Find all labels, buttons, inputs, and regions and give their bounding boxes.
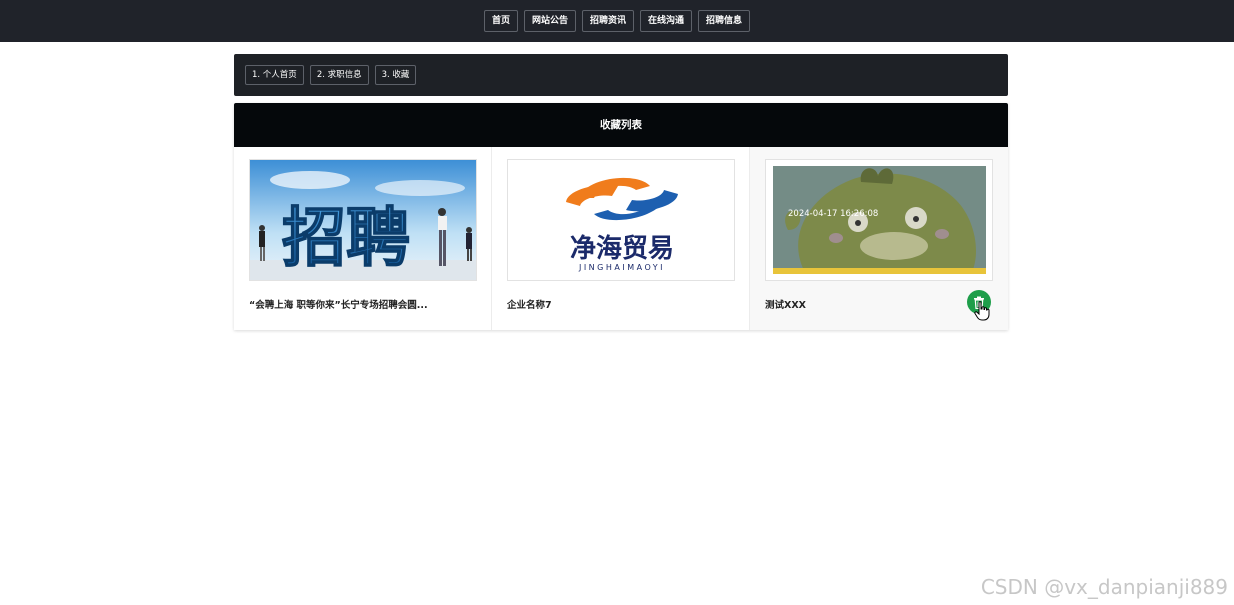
- logo-pinyin-name: JINGHAIMAOYI: [578, 263, 665, 272]
- company-logo-graphic: 净海贸易 JINGHAIMAOYI: [508, 160, 734, 280]
- favorites-list: 招聘 “会聘上海 职等你来”长宁专场招聘会圆... 净海贸易 JINGHAIMA…: [234, 147, 1008, 330]
- nav-online-chat[interactable]: 在线沟通: [640, 10, 693, 32]
- breadcrumb-job-info[interactable]: 2. 求职信息: [309, 65, 369, 85]
- breadcrumb-personal-home[interactable]: 1. 个人首页: [245, 65, 304, 85]
- favorites-panel: 收藏列表 招聘 “会聘上海 职等你来”长宁专场招聘会圆... 净海贸易 JING…: [234, 103, 1008, 330]
- logo-chinese-name: 净海贸易: [570, 234, 674, 264]
- favorite-card-title: “会聘上海 职等你来”长宁专场招聘会圆...: [249, 300, 428, 311]
- csdn-watermark: CSDN @vx_danpianji889: [980, 575, 1228, 599]
- favorite-card[interactable]: 招聘 “会聘上海 职等你来”长宁专场招聘会圆...: [234, 147, 492, 330]
- breadcrumb: 1. 个人首页 2. 求职信息 3. 收藏: [234, 54, 1008, 96]
- psyduck-graphic: 2024-04-17 16:26:08: [766, 160, 992, 280]
- nav-recruit-news[interactable]: 招聘资讯: [581, 10, 634, 32]
- image-timestamp: 2024-04-17 16:26:08: [788, 209, 878, 219]
- favorite-card-title: 测试XXX: [765, 300, 806, 311]
- psyduck-image: 2024-04-17 16:26:08: [765, 159, 993, 281]
- breadcrumb-favorites[interactable]: 3. 收藏: [374, 65, 417, 85]
- hand-pointer-icon: [974, 301, 990, 321]
- banner-lettering: 招聘: [282, 202, 410, 276]
- top-navigation: 首页 网站公告 招聘资讯 在线沟通 招聘信息: [0, 0, 1234, 42]
- favorites-header: 收藏列表: [234, 103, 1008, 147]
- nav-announcements[interactable]: 网站公告: [523, 10, 576, 32]
- favorite-card[interactable]: 2024-04-17 16:26:08 测试XXX: [750, 147, 1008, 330]
- favorite-card-title: 企业名称7: [507, 300, 552, 311]
- company-logo-image: 净海贸易 JINGHAIMAOYI: [507, 159, 735, 281]
- nav-home[interactable]: 首页: [483, 10, 518, 32]
- favorite-card[interactable]: 净海贸易 JINGHAIMAOYI 企业名称7: [492, 147, 750, 330]
- recruitment-banner-graphic: 招聘: [250, 160, 476, 280]
- recruitment-banner-image: 招聘: [249, 159, 477, 281]
- nav-job-info[interactable]: 招聘信息: [698, 10, 751, 32]
